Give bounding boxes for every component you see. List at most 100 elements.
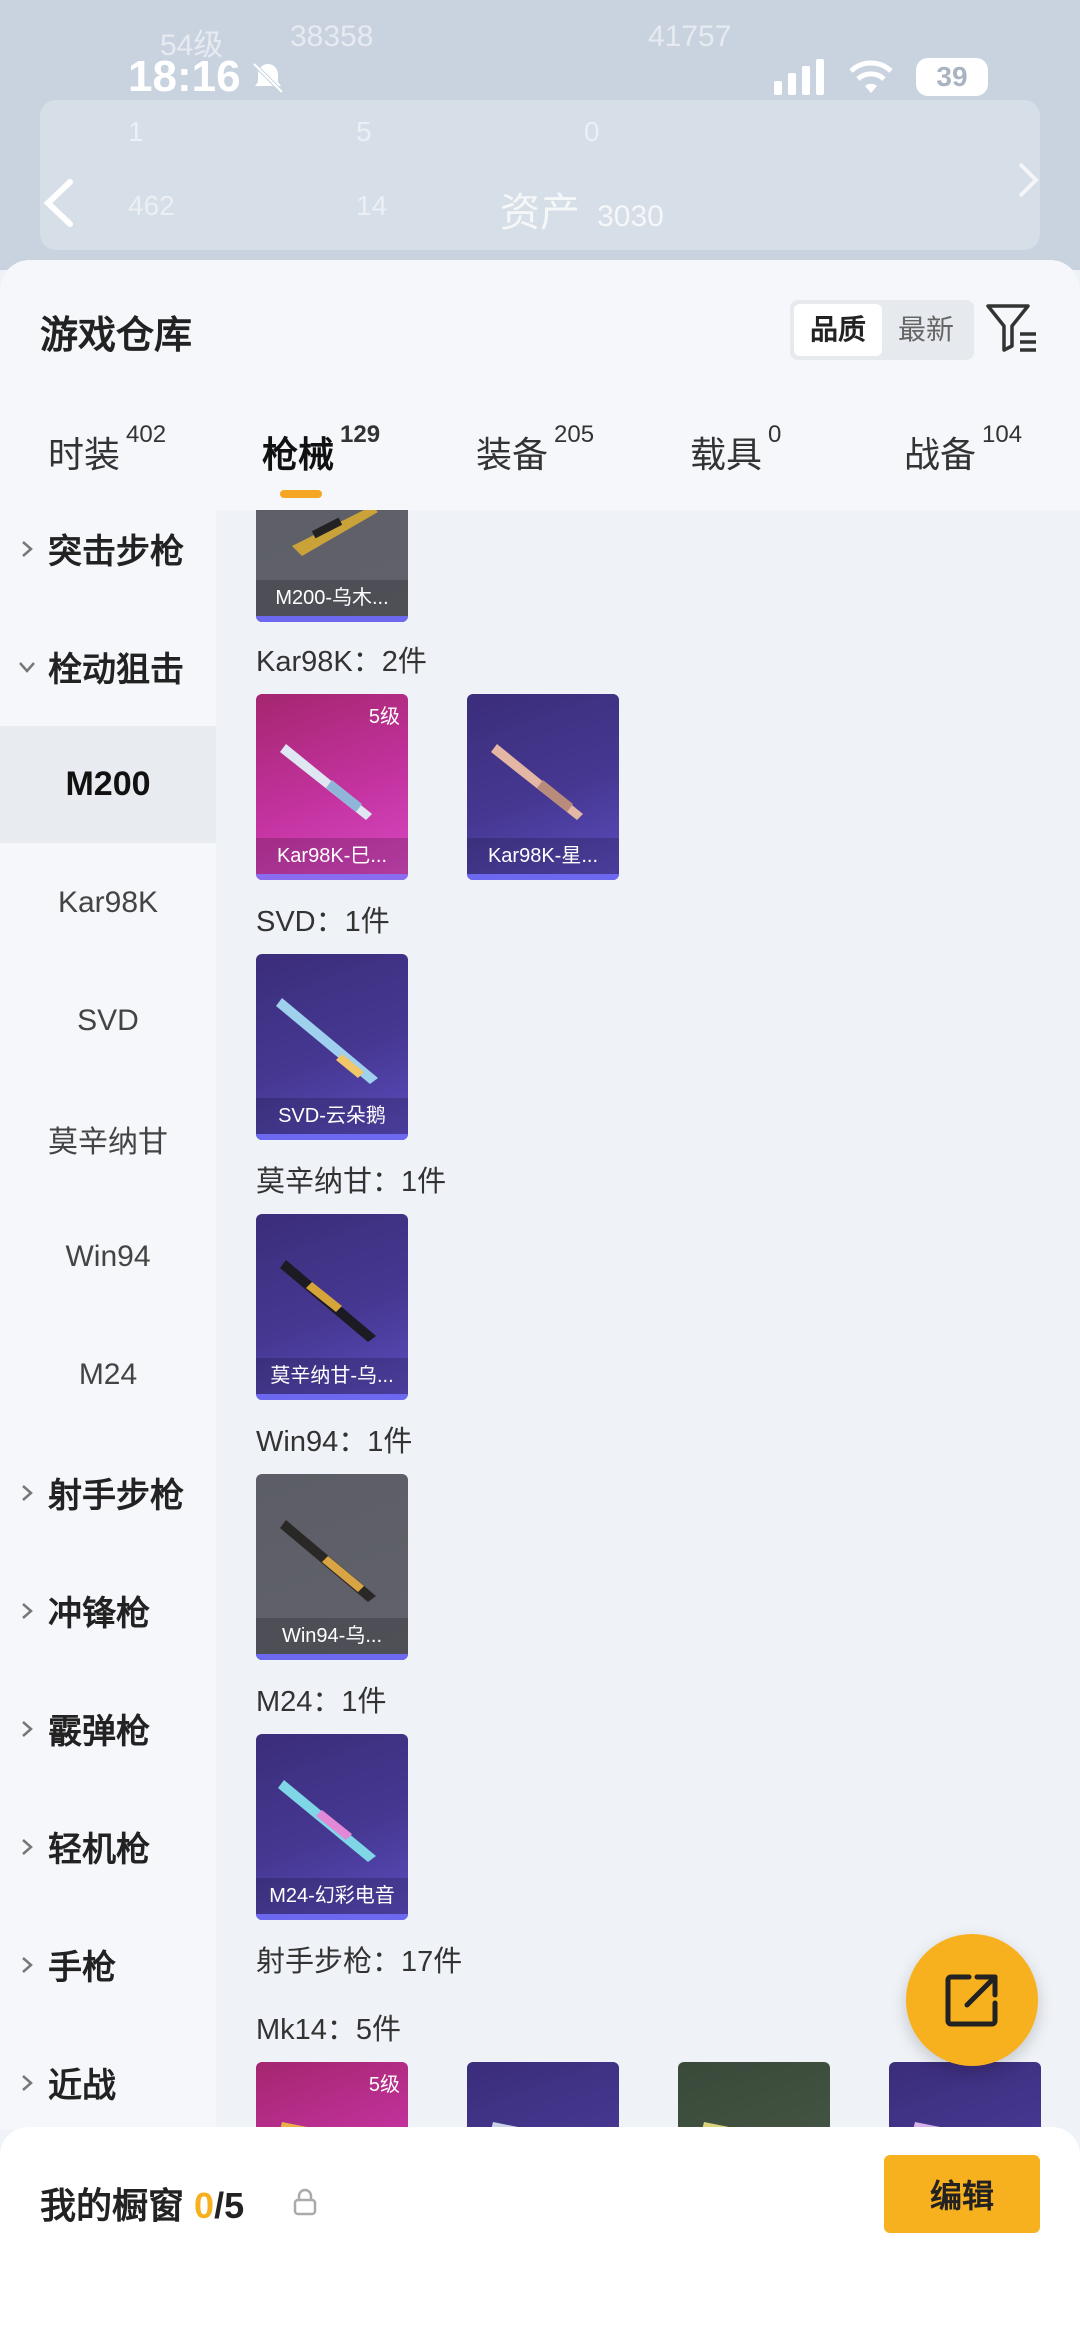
sheet-title: 游戏仓库 (40, 315, 193, 357)
item-card-kar98k-2[interactable]: Kar98K-星... (467, 694, 619, 880)
rifle-image (491, 744, 583, 820)
tab-count: 0 (768, 421, 782, 448)
tab-vehicles[interactable]: 载具 0 (690, 421, 781, 478)
tab-count: 205 (554, 421, 595, 448)
item-name: Win94-乌... (256, 1618, 408, 1654)
status-time: 18:16 (128, 52, 241, 101)
rifle-image (913, 2122, 955, 2130)
nav-smg[interactable]: 冲锋枪 (0, 1552, 216, 1669)
caret-right-icon (22, 1602, 33, 1619)
nav-svd[interactable]: SVD (0, 962, 216, 1079)
caret-right-icon (22, 1484, 33, 1501)
rarity-bar (256, 1914, 408, 1920)
showcase-count: 0 (194, 2185, 215, 2226)
rarity-bar (256, 874, 408, 880)
rifle-image (276, 998, 378, 1084)
tab-firearms[interactable]: 枪械 129 (262, 421, 380, 498)
tab-gear[interactable]: 战备 104 (904, 421, 1022, 478)
item-card-mk14-3[interactable] (678, 2062, 830, 2130)
nav-label: 栓动狙击 (48, 651, 184, 689)
rifle-image (491, 2122, 533, 2130)
caret-right-icon (22, 2074, 33, 2091)
item-name: SVD-云朵鹅 (256, 1098, 408, 1134)
item-card-win94[interactable]: Win94-乌... (256, 1474, 408, 1660)
nav-marksman[interactable]: 射手步枪 (0, 1434, 216, 1551)
wifi-icon (849, 60, 893, 93)
stat-1: 1 (128, 116, 144, 147)
rarity-bar (256, 1134, 408, 1140)
nav-mosin[interactable]: 莫辛纳甘 (0, 1080, 216, 1197)
rifle-image (702, 2122, 744, 2130)
share-icon (945, 1974, 998, 2027)
asset-label: 资产 3030 (500, 180, 664, 238)
rifle-image (280, 744, 372, 820)
item-card-kar98k-1[interactable]: 5级 Kar98K-巳... (256, 694, 408, 880)
caret-right-icon (22, 540, 33, 557)
showcase-bar: 我的橱窗 0/5 编辑 (0, 2127, 1080, 2347)
item-card-mosin[interactable]: 莫辛纳甘-乌... (256, 1214, 408, 1400)
stat-5: 14 (356, 190, 388, 221)
nav-melee[interactable]: 近战 (0, 2024, 216, 2130)
nav-m200[interactable]: M200 (0, 726, 216, 843)
sort-toggle: 品质 最新 (790, 300, 975, 360)
tab-equipment[interactable]: 装备 205 (476, 421, 594, 478)
showcase-total: /5 (214, 2185, 245, 2226)
nav-label: 突击步枪 (48, 533, 184, 571)
background-header: 54级 38358 41757 1 5 0 462 14 18:16 39 资产… (0, 0, 1080, 270)
group-label-kar98k: Kar98K：2件 (256, 646, 427, 678)
nav-shotgun[interactable]: 霰弹枪 (0, 1670, 216, 1787)
stat-2: 5 (356, 116, 372, 147)
item-card-mk14-1[interactable]: 5级 (256, 2062, 408, 2130)
item-card-mk14-4[interactable] (889, 2062, 1041, 2130)
item-card-m200[interactable]: M200-乌木... (256, 510, 408, 622)
item-card-m24[interactable]: M24-幻彩电音 (256, 1734, 408, 1920)
edit-button[interactable]: 编辑 (884, 2155, 1040, 2233)
caret-down-icon (19, 661, 35, 673)
signal-icon (774, 59, 824, 95)
battery-indicator: 39 (916, 58, 988, 96)
nav-label: 手枪 (48, 1949, 116, 1987)
nav-m24[interactable]: M24 (0, 1316, 216, 1433)
nav-lmg[interactable]: 轻机枪 (0, 1788, 216, 1905)
caret-right-icon (22, 1720, 33, 1737)
item-card-svd[interactable]: SVD-云朵鹅 (256, 954, 408, 1140)
sort-quality-button[interactable]: 品质 (794, 304, 883, 356)
item-grid: M200-乌木... Kar98K：2件 5级 Kar98K-巳... Kar9… (216, 510, 1080, 2130)
rarity-bar (256, 1394, 408, 1400)
sheet-header: 游戏仓库 品质 最新 时装 402 枪械 129 装备 205 载具 0 战备 … (0, 260, 1080, 510)
section-label-marksman: 射手步枪：17件 (256, 1946, 463, 1978)
nav-assault-rifle[interactable]: 突击步枪 (0, 510, 216, 607)
group-label-win94: Win94：1件 (256, 1426, 413, 1458)
rifle-image (292, 510, 378, 556)
tab-label: 时装 (48, 434, 121, 475)
chevron-right-icon[interactable] (1016, 160, 1040, 200)
rifle-image (280, 1520, 376, 1602)
item-name: M200-乌木... (256, 580, 408, 616)
nav-label: 轻机枪 (48, 1831, 150, 1869)
share-button[interactable] (906, 1934, 1038, 2066)
nav-bolt-sniper[interactable]: 栓动狙击 (0, 608, 216, 725)
caret-right-icon (22, 1838, 33, 1855)
back-icon[interactable] (40, 178, 80, 228)
tab-fashion[interactable]: 时装 402 (48, 421, 166, 478)
nav-label: 冲锋枪 (48, 1595, 150, 1633)
sort-newest-button[interactable]: 最新 (882, 304, 970, 356)
filter-icon[interactable] (984, 300, 1040, 356)
tab-label: 装备 (476, 434, 549, 475)
rifle-image (280, 1260, 376, 1342)
group-label-mk14: Mk14：5件 (256, 2014, 402, 2046)
item-card-mk14-2[interactable] (467, 2062, 619, 2130)
item-name: 莫辛纳甘-乌... (256, 1358, 408, 1394)
rifle-image (278, 1780, 376, 1862)
tab-count: 104 (982, 421, 1023, 448)
tab-label: 战备 (904, 434, 977, 475)
nav-label: 霰弹枪 (48, 1713, 150, 1751)
item-name: Kar98K-巳... (256, 838, 408, 874)
caret-right-icon (22, 1956, 33, 1973)
group-label-m24: M24：1件 (256, 1686, 387, 1718)
nav-pistol[interactable]: 手枪 (0, 1906, 216, 2023)
points-text: 41757 (648, 20, 732, 53)
nav-kar98k[interactable]: Kar98K (0, 844, 216, 961)
nav-win94[interactable]: Win94 (0, 1198, 216, 1315)
rarity-bar (256, 1654, 408, 1660)
